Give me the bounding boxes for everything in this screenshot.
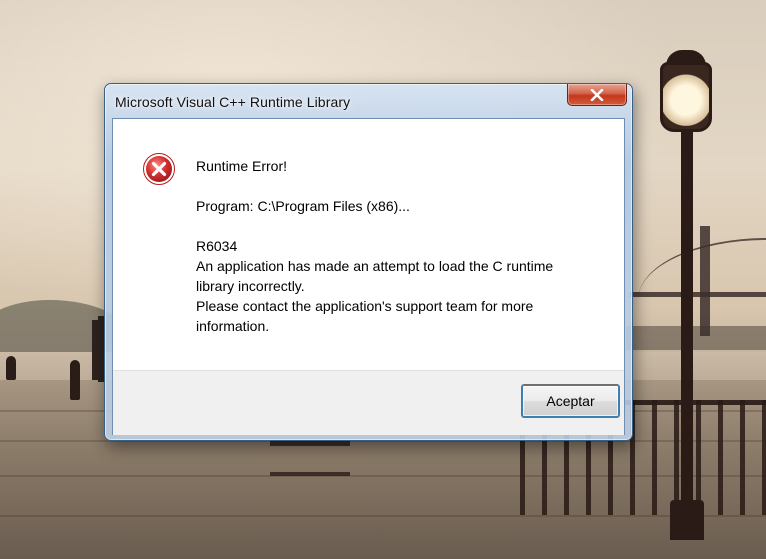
error-code: R6034 — [196, 238, 238, 254]
error-dialog: Microsoft Visual C++ Runtime Library Run… — [104, 83, 633, 441]
close-icon — [590, 88, 604, 101]
button-bar: Aceptar — [113, 370, 624, 435]
error-text-line: information. — [196, 318, 270, 334]
title-bar[interactable]: Microsoft Visual C++ Runtime Library — [105, 84, 632, 118]
error-text-line: library incorrectly. — [196, 278, 305, 294]
close-button[interactable] — [567, 84, 627, 106]
error-message: Runtime Error! Program: C:\Program Files… — [196, 156, 606, 336]
dialog-body: Runtime Error! Program: C:\Program Files… — [112, 118, 625, 435]
error-text-line: An application has made an attempt to lo… — [196, 258, 554, 274]
accept-button[interactable]: Aceptar — [521, 384, 620, 418]
window-title: Microsoft Visual C++ Runtime Library — [115, 94, 351, 110]
program-path: Program: C:\Program Files (x86)... — [196, 198, 410, 214]
error-heading: Runtime Error! — [196, 158, 288, 174]
error-text-line: Please contact the application's support… — [196, 298, 534, 314]
error-icon — [143, 153, 175, 185]
